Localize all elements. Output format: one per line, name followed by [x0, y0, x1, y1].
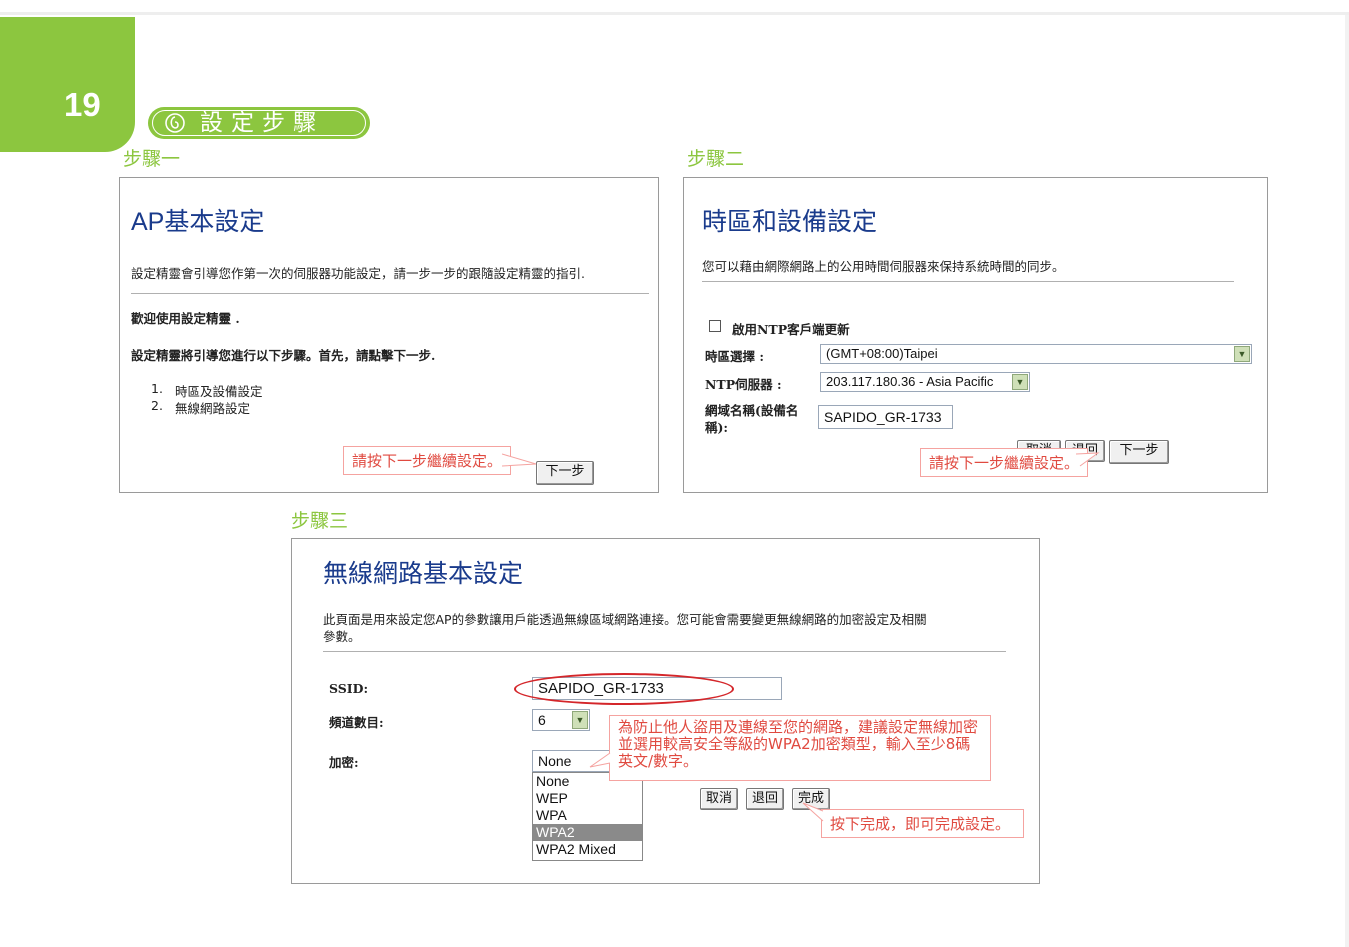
step1-welcome: 歡迎使用設定精靈 . [131, 311, 240, 326]
page-number-tab [0, 17, 135, 152]
step3-back-button[interactable]: 退回 [746, 788, 784, 810]
step1-label: 步驟一 [123, 148, 181, 170]
swirl-icon [165, 113, 185, 133]
step1-list-item-2: 無線網路設定 [175, 401, 251, 416]
ntp-update-checkbox[interactable] [709, 320, 721, 332]
step3-panel: 無線網路基本設定 此頁面是用來設定您AP的參數讓用戶能透過無線區域網路連接。您可… [291, 538, 1040, 884]
right-margin-strip [1345, 15, 1349, 947]
step2-label: 步驟二 [687, 148, 745, 170]
section-header: 設定步驟 [148, 107, 370, 139]
channel-value: 6 [538, 712, 546, 728]
step1-list-num-2: 2. [151, 398, 163, 413]
channel-label: 頻道數目: [329, 715, 384, 730]
ntp-server-value: 203.117.180.36 - Asia Pacific [826, 374, 994, 389]
step2-panel: 時區和設備設定 您可以藉由網際網路上的公用時間伺服器來保持系統時間的同步。 啟用… [683, 177, 1268, 493]
step2-title: 時區和設備設定 [702, 207, 878, 236]
top-rule [0, 12, 1349, 15]
ntp-update-label: 啟用NTP客戶端更新 [732, 322, 850, 337]
encryption-option-wep[interactable]: WEP [533, 790, 642, 807]
step3-finish-callout-pointer [802, 802, 824, 822]
step3-finish-callout: 按下完成，即可完成設定。 [821, 809, 1024, 838]
step3-intro-line1: 此頁面是用來設定您AP的參數讓用戶能透過無線區域網路連接。您可能會需要變更無線網… [323, 612, 927, 627]
step1-callout-pointer [502, 453, 537, 467]
step1-list-num-1: 1. [151, 381, 163, 396]
step1-panel: AP基本設定 設定精靈會引導您作第一次的伺服器功能設定，請一步一步的跟隨設定精靈… [119, 177, 659, 493]
section-title: 設定步驟 [200, 110, 324, 136]
step3-intro-line2: 參數。 [323, 629, 361, 644]
step3-label: 步驟三 [291, 510, 349, 532]
step1-title: AP基本設定 [131, 208, 265, 236]
encryption-label: 加密: [329, 755, 359, 770]
timezone-label: 時區選擇 : [705, 349, 764, 364]
page-number: 19 [64, 86, 101, 123]
ntp-server-select[interactable]: 203.117.180.36 - Asia Pacific ▼ [820, 372, 1030, 392]
encryption-option-wpa2[interactable]: WPA2 [533, 824, 642, 841]
step2-divider [702, 281, 1234, 282]
step1-instruction: 設定精靈將引導您進行以下步驟。首先，請點擊下一步. [131, 348, 436, 363]
channel-select[interactable]: 6 ▼ [532, 709, 590, 731]
step2-callout: 請按下一步繼續設定。 [920, 448, 1089, 477]
step1-intro: 設定精靈會引導您作第一次的伺服器功能設定，請一步一步的跟隨設定精靈的指引. [131, 266, 585, 281]
ssid-highlight-oval [514, 673, 734, 705]
ssid-label: SSID: [329, 681, 369, 696]
step3-security-callout: 為防止他人盜用及連線至您的網路，建議設定無線加密並選用較高安全等級的WPA2加密… [609, 715, 991, 781]
chevron-down-icon: ▼ [1012, 374, 1028, 390]
step1-next-button[interactable]: 下一步 [536, 461, 594, 485]
encryption-option-wpa2-mixed[interactable]: WPA2 Mixed [533, 841, 642, 858]
timezone-value: (GMT+08:00)Taipei [826, 346, 938, 361]
step2-callout-pointer [1076, 452, 1100, 467]
step3-divider [323, 651, 1006, 652]
domain-label-line2: 稱): [705, 420, 729, 435]
step3-cancel-button[interactable]: 取消 [700, 788, 738, 810]
chevron-down-icon: ▼ [1234, 346, 1250, 362]
encryption-option-wpa[interactable]: WPA [533, 807, 642, 824]
step1-divider [131, 293, 649, 294]
encryption-options-list[interactable]: None WEP WPA WPA2 WPA2 Mixed [532, 772, 643, 861]
ntp-server-label: NTP伺服器 : [705, 377, 782, 392]
timezone-select[interactable]: (GMT+08:00)Taipei ▼ [820, 344, 1252, 364]
domain-name-input[interactable]: SAPIDO_GR-1733 [818, 405, 953, 429]
step3-title: 無線網路基本設定 [323, 559, 524, 588]
step2-next-button[interactable]: 下一步 [1109, 440, 1169, 464]
step2-intro: 您可以藉由網際網路上的公用時間伺服器來保持系統時間的同步。 [702, 259, 1065, 274]
step3-security-callout-pointer [589, 752, 611, 768]
chevron-down-icon: ▼ [572, 711, 588, 729]
step1-callout: 請按下一步繼續設定。 [343, 446, 512, 475]
